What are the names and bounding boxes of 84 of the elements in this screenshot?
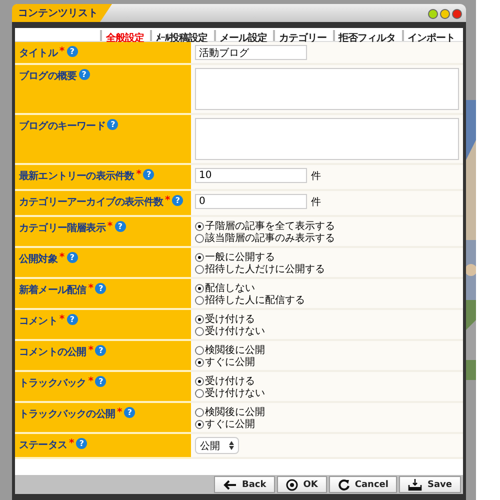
radio-button[interactable] (195, 346, 204, 354)
radio-option[interactable]: すぐに公開 (195, 418, 459, 430)
required-mark: * (88, 345, 94, 356)
field-label: カテゴリーアーカイブの表示件数 (19, 196, 164, 209)
radio-button[interactable] (195, 252, 204, 262)
radio-button[interactable] (195, 314, 204, 324)
required-mark: * (59, 314, 65, 325)
cancel-button[interactable]: Cancel (328, 476, 398, 493)
field-label: ブログのキーワード (19, 120, 106, 133)
help-icon[interactable]: ? (66, 252, 78, 263)
radio-button[interactable] (195, 358, 204, 366)
radio-button[interactable] (195, 222, 204, 230)
back-button[interactable]: Back (214, 476, 276, 493)
required-mark: * (69, 438, 74, 449)
ok-button[interactable]: OK (277, 476, 327, 493)
field-label: トラックバックの公開 (19, 408, 116, 421)
radio-option[interactable]: 受け付ける (195, 375, 459, 387)
radio-option[interactable]: 子階層の記事を全て表示する (195, 220, 459, 232)
field-label: ブログの概要 (19, 70, 77, 83)
radio-button[interactable] (195, 408, 204, 416)
title-field[interactable]: 活動ブログ (195, 45, 307, 60)
save-button[interactable]: Save (399, 476, 461, 493)
radio-option[interactable]: 配信しない (195, 282, 459, 294)
help-icon[interactable]: ? (95, 283, 106, 294)
radio-option[interactable]: 一般に公開する (195, 251, 459, 263)
unit-label: 件 (311, 170, 321, 182)
field-label: 新着メール配信 (19, 283, 86, 297)
updown-icon (229, 441, 234, 450)
help-icon[interactable]: ? (107, 119, 118, 130)
required-mark: * (165, 195, 170, 206)
number-field[interactable]: 0 (195, 194, 307, 209)
radio-button[interactable] (195, 326, 204, 336)
required-mark: * (136, 169, 142, 180)
field-label: トラックバック (19, 377, 86, 390)
field-label: コメント (19, 315, 58, 328)
field-label: 最新エントリーの表示件数 (19, 169, 134, 183)
status-select[interactable]: 公開 (195, 437, 239, 454)
refresh-icon (338, 478, 350, 490)
window-title: コンテンツリスト (12, 4, 112, 22)
radio-option[interactable]: すぐに公開 (195, 356, 459, 368)
required-mark: * (107, 221, 113, 232)
radio-button[interactable] (195, 376, 204, 386)
radio-button[interactable] (195, 264, 204, 274)
field-label: 公開対象 (19, 252, 58, 266)
radio-option[interactable]: 招待した人だけに公開する (195, 263, 459, 275)
unit-label: 件 (311, 196, 321, 208)
window-control[interactable] (452, 9, 462, 19)
help-icon[interactable]: ? (95, 345, 106, 356)
radio-option[interactable]: 検閲後に公開 (195, 406, 459, 418)
tray-download-icon (408, 478, 422, 490)
radio-option[interactable]: 受け付ける (195, 313, 459, 325)
number-field[interactable]: 10 (195, 168, 307, 183)
help-icon[interactable]: ? (143, 169, 154, 180)
radio-option[interactable]: 該当階層の記事のみ表示する (195, 232, 459, 244)
field-label: タイトル (19, 47, 58, 60)
help-icon[interactable]: ? (66, 46, 78, 57)
target-icon (286, 478, 298, 490)
radio-button[interactable] (195, 296, 204, 304)
field-label: カテゴリー階層表示 (19, 222, 106, 235)
field-label: コメントの公開 (19, 346, 86, 359)
field-label: ステータス (19, 439, 68, 452)
required-mark: * (88, 376, 94, 387)
required-mark: * (59, 252, 65, 263)
required-mark: * (117, 407, 122, 418)
window-control[interactable] (440, 9, 450, 19)
radio-option[interactable]: 受け付けない (195, 387, 459, 399)
radio-option[interactable]: 招待した人に配信する (195, 294, 459, 306)
radio-button[interactable] (195, 234, 204, 242)
help-icon[interactable]: ? (95, 376, 106, 387)
back-arrow-icon (222, 480, 237, 490)
radio-button[interactable] (195, 388, 204, 398)
help-icon[interactable]: ? (78, 69, 90, 80)
radio-option[interactable]: 検閲後に公開 (195, 344, 459, 356)
help-icon[interactable]: ? (124, 407, 136, 418)
window-control[interactable] (428, 9, 438, 19)
help-icon[interactable]: ? (66, 314, 78, 325)
radio-button[interactable] (195, 420, 204, 428)
help-icon[interactable]: ? (172, 195, 184, 206)
help-icon[interactable]: ? (114, 221, 126, 232)
help-icon[interactable]: ? (76, 438, 88, 449)
radio-option[interactable]: 受け付けない (195, 325, 459, 337)
radio-button[interactable] (195, 284, 204, 292)
required-mark: * (88, 283, 94, 294)
required-mark: * (59, 46, 65, 57)
